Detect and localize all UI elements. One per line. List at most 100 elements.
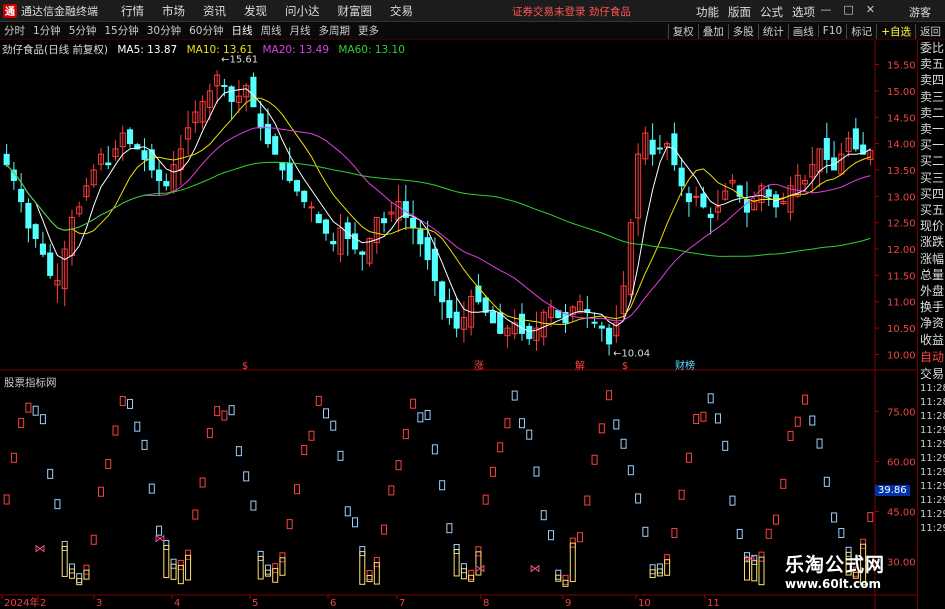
ma20-value: MA20: 13.49 [262,44,330,56]
indicator-bar [373,562,380,585]
tool-f10[interactable]: F10 [817,25,846,37]
indicator-box [112,425,119,436]
candle-body [163,181,170,187]
quote-label: 总量 [920,267,945,282]
tool-add-watchlist[interactable]: +自选 [876,23,915,39]
tool-diejia[interactable]: 叠加 [697,23,728,39]
close-icon[interactable]: ✕ [866,3,875,16]
candle-body [315,214,322,224]
trade-time: 11:29 [920,480,945,492]
period-30min[interactable]: 30分钟 [143,23,185,38]
price-tick-label: 14.00 [887,140,916,151]
candle-body [32,224,39,239]
signal-butterfly-icon: ⋈ [530,562,541,575]
tool-duogu[interactable]: 多股 [727,23,758,39]
indicator-box [214,406,221,417]
indicator-bar [61,545,68,577]
menu-faxian[interactable]: 发现 [235,3,276,19]
period-5min[interactable]: 5分钟 [65,23,101,38]
indicator-box [794,416,801,427]
menu-shichang[interactable]: 市场 [153,3,194,19]
indicator-bar [264,569,271,577]
tool-fuquan[interactable]: 复权 [667,23,698,39]
period-15min[interactable]: 15分钟 [100,23,142,38]
menu-xuanxiang[interactable]: 选项 [792,4,815,20]
indicator-box [177,559,184,570]
menu-zixun[interactable]: 资讯 [194,3,235,19]
quote-label: 涨幅 [920,251,945,266]
x-tick-label: 9 [565,598,571,609]
indicator-box [838,528,845,539]
indicator-box [308,430,315,441]
period-daily[interactable]: 日线 [228,23,257,38]
login-notice[interactable]: 证券交易未登录 劲仔食品 [512,4,631,19]
tool-tongji[interactable]: 统计 [757,23,788,39]
menu-gongshi[interactable]: 公式 [760,4,783,20]
candle-body [765,189,772,197]
candle-body [598,325,605,329]
price-tick-label: 14.50 [887,113,916,124]
tool-back[interactable]: 返回 [915,23,945,39]
candle-body [221,84,228,87]
indicator-box [344,506,351,517]
candle-body [308,206,315,209]
tool-biaoji[interactable]: 标记 [846,23,876,39]
tool-huaxian[interactable]: 画线 [787,23,818,39]
maximize-icon[interactable]: □ [843,3,853,16]
quote-label: 涨跌 [920,235,945,250]
sub-tick-label: 45.00 [887,508,916,519]
guest-label[interactable]: 游客 [909,4,931,20]
period-1min[interactable]: 1分钟 [29,23,65,38]
candle-body [489,311,496,324]
menu-caifuquan[interactable]: 财富圈 [329,3,382,19]
stock-name[interactable]: 劲仔食品(日线 前复权) [2,44,108,56]
candle-body [417,229,424,245]
indicator-box [199,477,206,488]
period-multi[interactable]: 多周期 [315,23,355,38]
menu-wenxiaoda[interactable]: 问小达 [276,3,329,19]
event-marker: 解 [575,359,585,372]
candle-body [678,167,685,187]
trade-time: 11:29 [920,452,945,464]
candle-body [257,113,264,129]
candle-body [475,285,482,303]
low-annotation: ←10.04 [613,348,650,359]
period-monthly[interactable]: 月线 [286,23,315,38]
x-tick-label: 10 [638,598,651,609]
menu-hangqing[interactable]: 行情 [112,3,153,19]
indicator-box [700,411,707,422]
price-tick-label: 15.00 [887,87,916,98]
auto-trade-tab[interactable]: 自动 [918,348,945,365]
indicator-box [119,396,126,407]
menu-banmian[interactable]: 版面 [728,4,751,20]
trade-time: 11:29 [920,522,945,534]
candle-body [693,195,700,198]
indicator-box [373,557,380,568]
x-tick-label: 2 [40,598,46,609]
period-weekly[interactable]: 周线 [257,23,286,38]
trade-time: 11:29 [920,466,945,478]
indicator-box [90,534,97,545]
period-60min[interactable]: 60分钟 [185,23,227,38]
quote-label: 卖二 [920,105,945,120]
indicator-box [678,489,685,500]
subchart-title[interactable]: 股票指标网 [4,375,57,390]
candle-body [446,300,453,319]
menu-jiaoyi[interactable]: 交易 [381,3,422,19]
menu-gongneng[interactable]: 功能 [696,4,719,20]
indicator-box [127,398,134,409]
price-tick-label: 12.00 [887,245,916,256]
candle-body [526,325,533,340]
indicator-box [250,500,257,511]
indicator-box [635,493,642,504]
indicator-box [526,429,533,440]
event-marker: $ [622,361,628,372]
indicator-bar [68,568,75,579]
period-toolbar: 分时 1分钟 5分钟 15分钟 30分钟 60分钟 日线 周线 月线 多周期 更… [0,22,945,40]
period-fenshi[interactable]: 分时 [0,23,29,38]
minimize-icon[interactable]: — [820,3,831,16]
kline-chart[interactable]: 15.50 15.00 14.50 14.00 13.50 13.00 12.50 12.00… [0,40,917,609]
trade-tab[interactable]: 交易 [918,365,945,382]
indicator-box [714,413,721,424]
period-more[interactable]: 更多 [354,23,383,38]
